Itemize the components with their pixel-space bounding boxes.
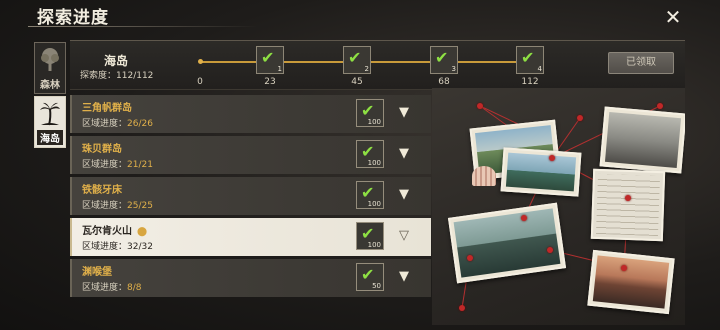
- area-progress-value: 8/8: [127, 283, 142, 293]
- tab-forest-label: 森林: [40, 80, 60, 91]
- pin-icon: [549, 155, 555, 161]
- region-progress: 探索度：112/112: [80, 68, 153, 81]
- pin-icon: [477, 103, 483, 109]
- milestone-reward-3[interactable]: ✔ 3: [430, 46, 458, 74]
- reward-count: 100: [367, 241, 381, 249]
- clue-photo: [500, 147, 582, 197]
- pin-icon: [625, 195, 631, 201]
- area-name: 铁骸牙床: [82, 185, 122, 196]
- area-progress-value: 32/32: [127, 242, 153, 252]
- area-progress-label: 区域进度：: [82, 242, 128, 252]
- region-progress-label: 探索度：: [80, 71, 117, 81]
- area-reward: ✔ 100: [356, 99, 384, 127]
- palm-tree-icon: [40, 102, 60, 126]
- area-progress: 区域进度：26/26: [82, 116, 153, 129]
- reward-count: 100: [367, 118, 381, 126]
- area-item-sanjiaofan[interactable]: 三角帆群岛 区域进度：26/26 ✔ 100 ▼: [70, 95, 431, 133]
- region-progress-panel: 海岛 探索度：112/112 0 ✔ 1 23 ✔ 2 45 ✔ 3 68 ✔ …: [70, 40, 685, 90]
- pin-icon: [621, 265, 627, 271]
- area-progress: 区域进度：32/32: [82, 239, 153, 252]
- track-start-dot: [198, 59, 203, 64]
- clue-document: [590, 168, 666, 242]
- milestone-label: 0: [197, 77, 203, 87]
- area-progress: 区域进度：25/25: [82, 198, 153, 211]
- check-icon: ✔: [435, 48, 449, 67]
- area-progress-label: 区域进度：: [82, 160, 128, 170]
- area-item-tiehai[interactable]: 铁骸牙床 区域进度：25/25 ✔ 100 ▼: [70, 177, 431, 215]
- pin-icon: [459, 305, 465, 311]
- pin-icon: [467, 255, 473, 261]
- area-progress: 区域进度：21/21: [82, 157, 153, 170]
- area-reward: ✔ 100: [356, 222, 384, 250]
- area-item-yuanhou[interactable]: 渊喉堡 区域进度：8/8 ✔ 50 ▼: [70, 259, 431, 297]
- check-icon: ✔: [521, 48, 535, 67]
- claimed-button[interactable]: 已领取: [608, 52, 674, 74]
- check-icon: ✔: [261, 48, 275, 67]
- tab-island[interactable]: 海岛: [34, 96, 66, 148]
- chevron-down-icon[interactable]: ▼: [396, 187, 412, 203]
- area-name: 三角帆群岛: [82, 103, 132, 114]
- region-name: 海岛: [104, 54, 129, 68]
- clue-board-illustration: [432, 88, 685, 325]
- pin-icon: [657, 103, 663, 109]
- area-name: 渊喉堡: [82, 267, 112, 278]
- reward-count: 100: [367, 159, 381, 167]
- area-progress-value: 26/26: [127, 119, 153, 129]
- area-progress-value: 21/21: [127, 160, 153, 170]
- page-title: 探索进度: [37, 8, 109, 28]
- milestone-reward-2[interactable]: ✔ 2: [343, 46, 371, 74]
- area-name: 瓦尔肯火山 ⬤: [82, 222, 147, 237]
- milestone-index: 4: [537, 65, 542, 73]
- milestone-label: 68: [438, 77, 450, 87]
- milestone-index: 3: [451, 65, 456, 73]
- seashell-icon: [472, 166, 496, 186]
- chevron-down-icon[interactable]: ▽: [396, 228, 412, 244]
- reward-count: 100: [367, 200, 381, 208]
- chevron-down-icon[interactable]: ▼: [396, 269, 412, 285]
- tab-island-label: 海岛: [37, 130, 63, 145]
- milestone-reward-4[interactable]: ✔ 4: [516, 46, 544, 74]
- area-item-zhubei[interactable]: 珠贝群岛 区域进度：21/21 ✔ 100 ▼: [70, 136, 431, 174]
- milestone-index: 2: [364, 65, 369, 73]
- tree-icon: [41, 48, 59, 71]
- location-pin-icon: ⬤: [137, 227, 148, 237]
- area-reward: ✔ 100: [356, 140, 384, 168]
- milestone-label: 45: [351, 77, 363, 87]
- area-reward: ✔ 100: [356, 181, 384, 209]
- pin-icon: [547, 247, 553, 253]
- milestone-label: 23: [264, 77, 276, 87]
- pin-icon: [521, 215, 527, 221]
- area-progress-label: 区域进度：: [82, 201, 128, 211]
- check-icon: ✔: [348, 48, 362, 67]
- milestone-reward-1[interactable]: ✔ 1: [256, 46, 284, 74]
- milestone-label: 112: [521, 77, 539, 87]
- region-progress-value: 112/112: [116, 71, 154, 81]
- area-item-waerken[interactable]: 瓦尔肯火山 ⬤ 区域进度：32/32 ✔ 100 ▽: [70, 218, 431, 256]
- clue-photo: [587, 249, 675, 315]
- clue-photo: [599, 106, 685, 174]
- area-name-text: 瓦尔肯火山: [82, 226, 132, 237]
- milestone-index: 1: [277, 65, 282, 73]
- close-icon[interactable]: ✕: [662, 6, 684, 28]
- header-divider: [28, 26, 258, 27]
- tab-forest[interactable]: 森林: [34, 42, 66, 94]
- chevron-down-icon[interactable]: ▼: [396, 146, 412, 162]
- reward-count: 50: [372, 282, 381, 290]
- area-progress-label: 区域进度：: [82, 119, 128, 129]
- chevron-down-icon[interactable]: ▼: [396, 105, 412, 121]
- area-reward: ✔ 50: [356, 263, 384, 291]
- area-progress: 区域进度：8/8: [82, 280, 142, 293]
- area-progress-value: 25/25: [127, 201, 153, 211]
- area-name: 珠贝群岛: [82, 144, 122, 155]
- pin-icon: [577, 115, 583, 121]
- area-progress-label: 区域进度：: [82, 283, 128, 293]
